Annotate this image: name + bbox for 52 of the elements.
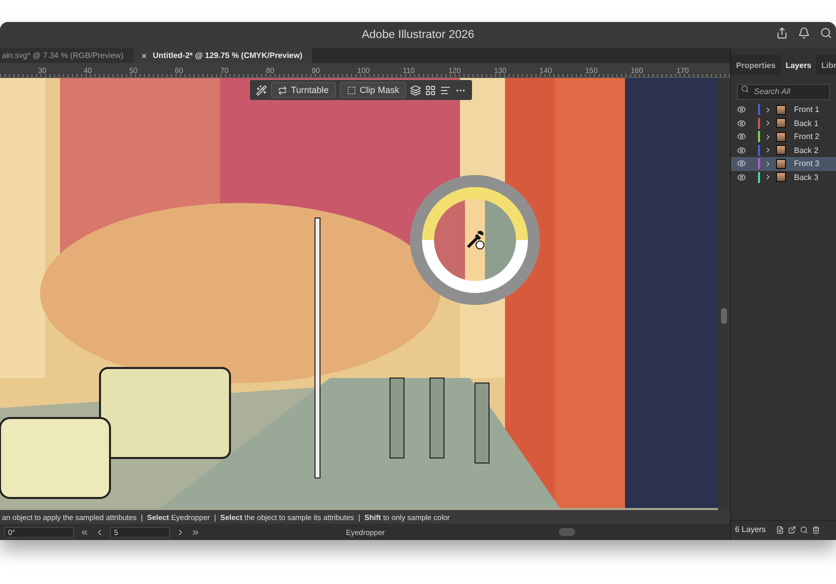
align-icon[interactable] <box>440 84 452 96</box>
scroll-thumb[interactable] <box>721 308 727 324</box>
layer-thumbnail <box>776 132 786 142</box>
search-icon <box>741 85 749 93</box>
close-tab-button[interactable]: × <box>142 50 147 60</box>
layer-row[interactable]: Back 2 <box>731 144 836 157</box>
magic-wand-icon[interactable] <box>256 84 267 96</box>
layer-name: Back 1 <box>794 118 818 128</box>
rotate-icon <box>278 86 287 94</box>
layer-name: Front 2 <box>794 132 820 142</box>
last-icon[interactable] <box>191 528 200 536</box>
layers-icon[interactable] <box>410 84 422 96</box>
export-icon[interactable] <box>788 526 796 534</box>
eye-icon[interactable] <box>737 172 746 182</box>
eye-icon[interactable] <box>737 118 746 128</box>
next-icon[interactable] <box>176 528 185 536</box>
document-icon[interactable] <box>776 526 784 534</box>
document-tab[interactable]: × Untitled-2* @ 129.75 % (CMYK/Preview) <box>134 48 312 63</box>
grid-icon[interactable] <box>425 84 436 96</box>
layer-name: Back 3 <box>794 172 818 182</box>
eye-icon[interactable] <box>737 132 746 142</box>
previous-icon[interactable] <box>95 528 104 536</box>
document-tab[interactable]: ain.svg* @ 7.34 % (RGB/Preview) <box>0 48 134 63</box>
layer-row[interactable]: Front 1 <box>731 103 836 116</box>
search-icon[interactable] <box>820 27 832 39</box>
layer-name: Front 3 <box>794 159 820 168</box>
layer-row[interactable]: Front 2 <box>731 130 836 144</box>
trash-icon[interactable] <box>812 526 820 534</box>
layer-row[interactable]: Back 1 <box>731 116 836 130</box>
layer-row[interactable]: Back 3 <box>731 170 836 184</box>
window-title: Adobe Illustrator 2026 <box>362 29 474 41</box>
first-icon[interactable] <box>80 528 89 536</box>
layer-count: 6 Layers <box>733 524 768 535</box>
layer-name: Front 1 <box>794 105 820 114</box>
layer-thumbnail <box>776 104 786 115</box>
eye-icon[interactable] <box>737 159 746 168</box>
scroll-thumb[interactable] <box>559 528 576 536</box>
panel-tab[interactable]: Layers <box>780 55 816 75</box>
search-field[interactable]: Search All <box>737 84 830 100</box>
search-icon[interactable] <box>800 526 808 534</box>
bell-icon[interactable] <box>798 27 810 39</box>
layer-row[interactable]: Front 3 <box>731 157 836 170</box>
layer-thumbnail <box>776 118 786 128</box>
eye-icon[interactable] <box>737 105 746 114</box>
share-icon[interactable] <box>776 27 788 39</box>
layer-thumbnail <box>776 145 786 156</box>
eye-icon[interactable] <box>737 146 746 155</box>
layer-thumbnail <box>776 172 786 182</box>
layer-name: Back 2 <box>794 146 818 155</box>
layer-thumbnail <box>776 158 786 169</box>
toolbar-button[interactable]: Turntable <box>271 82 336 98</box>
toolbar-button[interactable]: Clip Mask <box>340 82 406 98</box>
